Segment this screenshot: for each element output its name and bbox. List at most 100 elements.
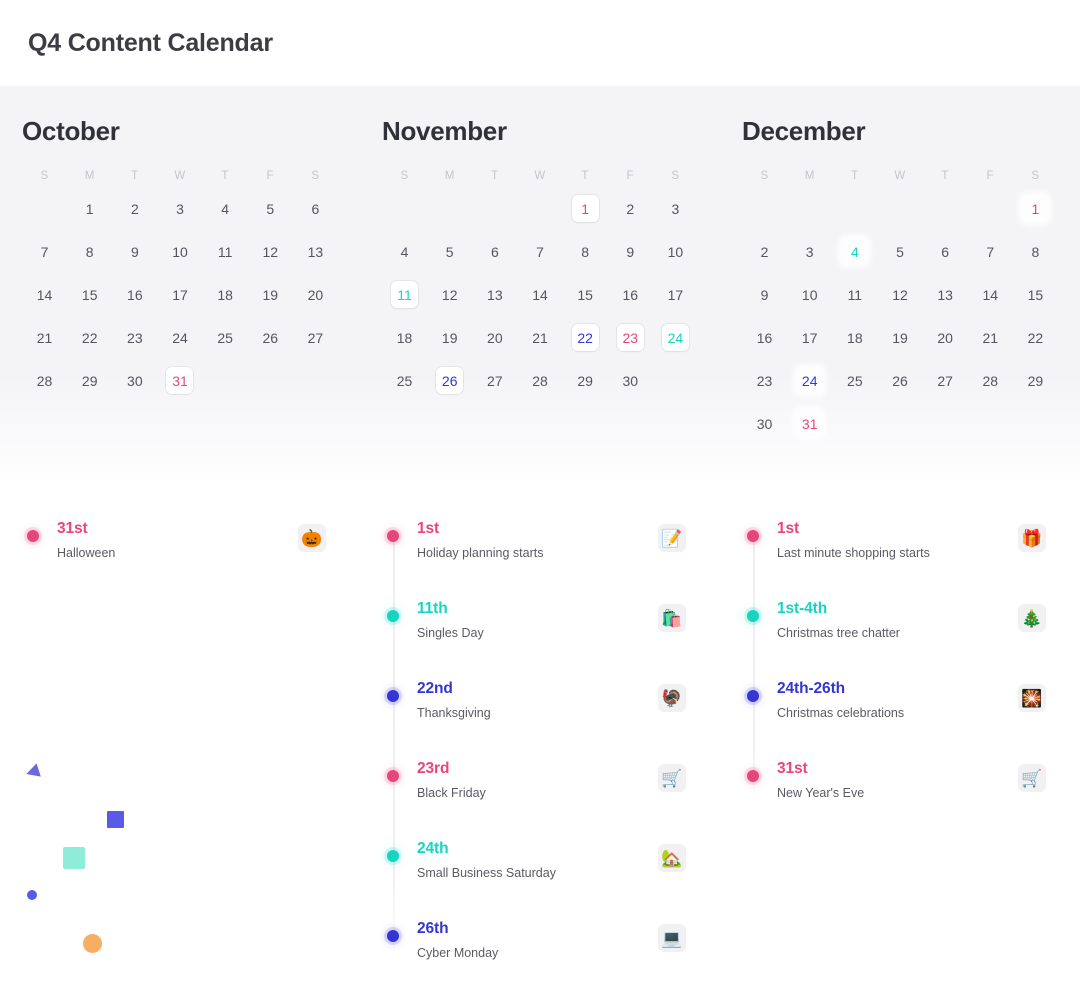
day-cell[interactable]: 25	[832, 359, 877, 402]
day-cell[interactable]: 25	[203, 316, 248, 359]
day-cell[interactable]: 7	[517, 230, 562, 273]
day-cell[interactable]: 7	[22, 230, 67, 273]
day-cell[interactable]: 20	[293, 273, 338, 316]
day-cell[interactable]: 15	[67, 273, 112, 316]
day-cell[interactable]: 14	[968, 273, 1013, 316]
day-cell[interactable]: 6	[472, 230, 517, 273]
day-cell[interactable]: 17	[157, 273, 202, 316]
day-cell[interactable]: 10	[787, 273, 832, 316]
day-cell[interactable]: 22	[1013, 316, 1058, 359]
day-cell-highlighted[interactable]: 24	[653, 316, 698, 359]
day-cell[interactable]: 27	[923, 359, 968, 402]
timeline-event[interactable]: 23rd Black Friday 🛒	[360, 760, 720, 840]
day-cell[interactable]: 16	[608, 273, 653, 316]
day-cell[interactable]: 19	[427, 316, 472, 359]
day-cell[interactable]: 21	[968, 316, 1013, 359]
day-cell[interactable]: 24	[157, 316, 202, 359]
day-cell[interactable]: 11	[832, 273, 877, 316]
day-cell[interactable]: 12	[427, 273, 472, 316]
day-cell[interactable]: 8	[67, 230, 112, 273]
day-cell[interactable]: 3	[157, 187, 202, 230]
day-cell[interactable]: 29	[1013, 359, 1058, 402]
day-cell[interactable]: 6	[923, 230, 968, 273]
day-cell[interactable]: 29	[67, 359, 112, 402]
day-cell[interactable]: 10	[157, 230, 202, 273]
day-cell[interactable]: 13	[472, 273, 517, 316]
day-cell[interactable]: 2	[742, 230, 787, 273]
day-cell[interactable]: 21	[517, 316, 562, 359]
day-cell[interactable]: 1	[67, 187, 112, 230]
day-cell-highlighted[interactable]: 1	[1013, 187, 1058, 230]
day-cell-highlighted[interactable]: 31	[157, 359, 202, 402]
day-cell[interactable]: 20	[923, 316, 968, 359]
day-cell-highlighted[interactable]: 4	[832, 230, 877, 273]
day-cell[interactable]: 4	[382, 230, 427, 273]
day-cell[interactable]: 5	[877, 230, 922, 273]
timeline-event[interactable]: 11th Singles Day 🛍️	[360, 600, 720, 680]
day-cell[interactable]: 12	[877, 273, 922, 316]
timeline-event[interactable]: 26th Cyber Monday 💻	[360, 920, 720, 990]
day-cell-highlighted[interactable]: 24	[787, 359, 832, 402]
day-cell[interactable]: 27	[293, 316, 338, 359]
day-cell-highlighted[interactable]: 23	[608, 316, 653, 359]
day-cell[interactable]: 18	[382, 316, 427, 359]
day-cell[interactable]: 9	[112, 230, 157, 273]
day-cell-highlighted[interactable]: 11	[382, 273, 427, 316]
day-cell[interactable]: 18	[832, 316, 877, 359]
day-cell[interactable]: 7	[968, 230, 1013, 273]
day-cell[interactable]: 12	[248, 230, 293, 273]
day-cell[interactable]: 23	[742, 359, 787, 402]
day-cell[interactable]: 25	[382, 359, 427, 402]
timeline-event[interactable]: 1st Holiday planning starts 📝	[360, 520, 720, 600]
day-cell[interactable]: 13	[923, 273, 968, 316]
day-cell[interactable]: 5	[248, 187, 293, 230]
day-cell[interactable]: 3	[653, 187, 698, 230]
timeline-event[interactable]: 31st Halloween 🎃	[0, 520, 360, 600]
day-cell[interactable]: 26	[248, 316, 293, 359]
day-cell[interactable]: 6	[293, 187, 338, 230]
day-cell[interactable]: 16	[742, 316, 787, 359]
timeline-event[interactable]: 24th Small Business Saturday 🏡	[360, 840, 720, 920]
day-cell[interactable]: 21	[22, 316, 67, 359]
day-cell[interactable]: 28	[517, 359, 562, 402]
day-cell[interactable]: 28	[22, 359, 67, 402]
day-cell[interactable]: 22	[67, 316, 112, 359]
day-cell[interactable]: 5	[427, 230, 472, 273]
day-cell[interactable]: 16	[112, 273, 157, 316]
day-cell[interactable]: 9	[742, 273, 787, 316]
day-cell[interactable]: 3	[787, 230, 832, 273]
day-cell[interactable]: 10	[653, 230, 698, 273]
day-cell[interactable]: 4	[203, 187, 248, 230]
day-cell[interactable]: 17	[653, 273, 698, 316]
day-cell[interactable]: 9	[608, 230, 653, 273]
timeline-event[interactable]: 22nd Thanksgiving 🦃	[360, 680, 720, 760]
day-cell[interactable]: 2	[112, 187, 157, 230]
day-cell[interactable]: 20	[472, 316, 517, 359]
timeline-event[interactable]: 1st Last minute shopping starts 🎁	[720, 520, 1080, 600]
day-cell[interactable]: 8	[1013, 230, 1058, 273]
day-cell-highlighted[interactable]: 31	[787, 402, 832, 445]
day-cell[interactable]: 11	[203, 230, 248, 273]
timeline-event[interactable]: 24th-26th Christmas celebrations 🎇	[720, 680, 1080, 760]
timeline-event[interactable]: 1st-4th Christmas tree chatter 🎄	[720, 600, 1080, 680]
day-cell[interactable]: 15	[1013, 273, 1058, 316]
day-cell-highlighted[interactable]: 26	[427, 359, 472, 402]
day-cell[interactable]: 30	[112, 359, 157, 402]
day-cell[interactable]: 30	[742, 402, 787, 445]
day-cell-highlighted[interactable]: 1	[563, 187, 608, 230]
day-cell[interactable]: 19	[877, 316, 922, 359]
day-cell[interactable]: 14	[517, 273, 562, 316]
day-cell[interactable]: 28	[968, 359, 1013, 402]
day-cell[interactable]: 27	[472, 359, 517, 402]
day-cell[interactable]: 29	[563, 359, 608, 402]
day-cell[interactable]: 17	[787, 316, 832, 359]
day-cell[interactable]: 26	[877, 359, 922, 402]
day-cell[interactable]: 14	[22, 273, 67, 316]
day-cell-highlighted[interactable]: 22	[563, 316, 608, 359]
day-cell[interactable]: 18	[203, 273, 248, 316]
day-cell[interactable]: 23	[112, 316, 157, 359]
day-cell[interactable]: 15	[563, 273, 608, 316]
day-cell[interactable]: 19	[248, 273, 293, 316]
timeline-event[interactable]: 31st New Year's Eve 🛒	[720, 760, 1080, 840]
day-cell[interactable]: 8	[563, 230, 608, 273]
